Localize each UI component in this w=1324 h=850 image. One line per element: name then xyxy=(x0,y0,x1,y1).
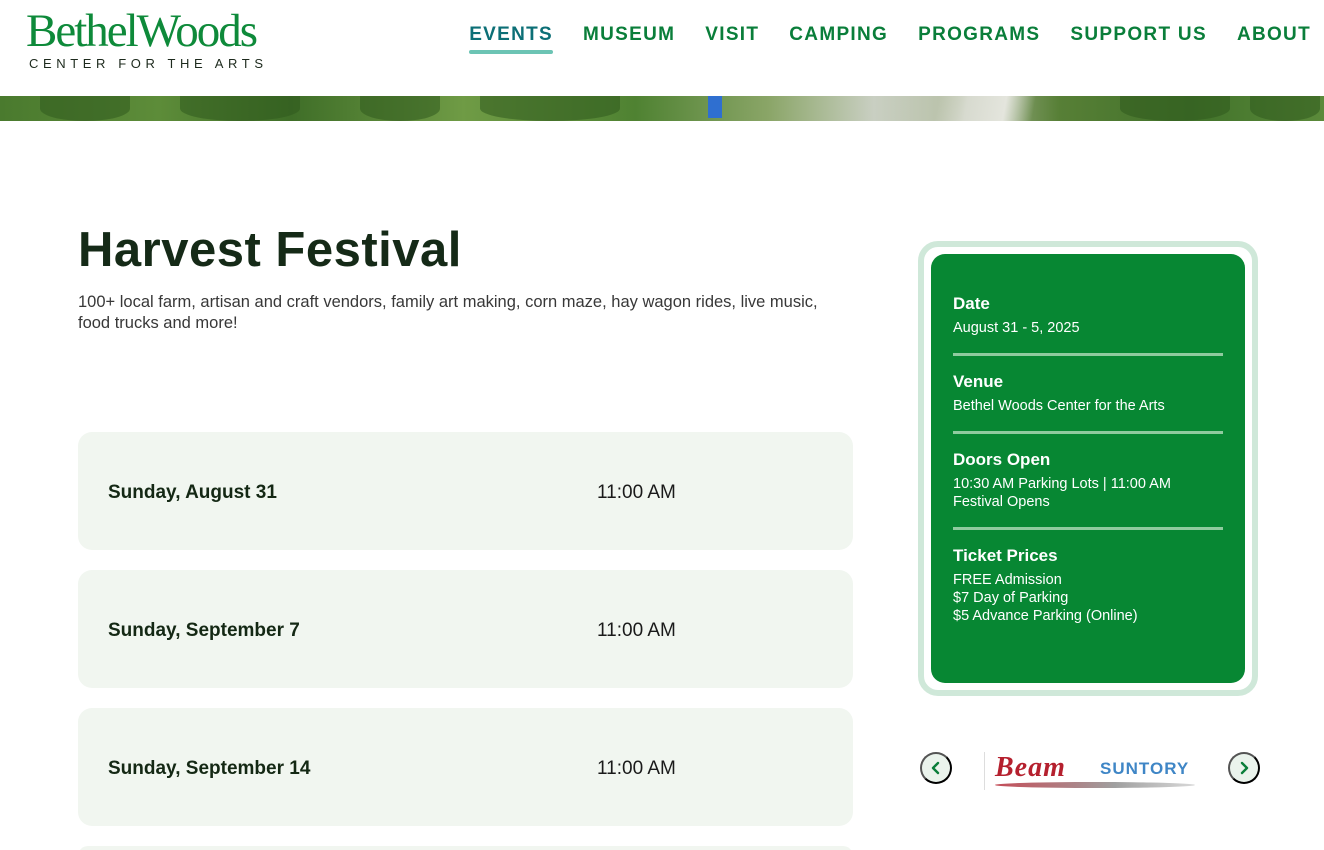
info-date-value: August 31 - 5, 2025 xyxy=(953,320,1080,336)
logo-tagline: CENTER FOR THE ARTS xyxy=(29,56,268,71)
carousel-next-button[interactable] xyxy=(1228,752,1260,784)
sponsor-logo-text: SUNTORY xyxy=(1100,759,1190,778)
date-row[interactable]: Sunday, September 14 11:00 AM xyxy=(78,708,853,826)
logo-wordmark: BethelWoods xyxy=(26,5,258,57)
info-ticket-line: $5 Advance Parking (Online) xyxy=(953,608,1138,624)
site-header: BethelWoods CENTER FOR THE ARTS EVENTS M… xyxy=(0,0,1324,96)
info-tickets-label: Ticket Prices xyxy=(953,546,1058,565)
sponsor-carousel: Beam SUNTORY xyxy=(920,752,1260,790)
info-venue-value: Bethel Woods Center for the Arts xyxy=(953,398,1165,414)
event-info-card: Date August 31 - 5, 2025 Venue Bethel Wo… xyxy=(918,241,1258,696)
nav-support-us[interactable]: SUPPORT US xyxy=(1070,24,1207,52)
chevron-left-icon xyxy=(931,761,940,775)
site-logo[interactable]: BethelWoods CENTER FOR THE ARTS xyxy=(26,6,268,71)
date-time: 11:00 AM xyxy=(597,758,676,779)
nav-camping[interactable]: CAMPING xyxy=(789,24,888,52)
date-row[interactable] xyxy=(78,846,853,850)
chevron-right-icon xyxy=(1240,761,1249,775)
info-date: Date August 31 - 5, 2025 xyxy=(953,294,1223,356)
date-row[interactable]: Sunday, September 7 11:00 AM xyxy=(78,570,853,688)
sponsor-logo-text: Beam xyxy=(995,752,1066,783)
info-tickets: Ticket Prices FREE Admission $7 Day of P… xyxy=(953,546,1223,641)
nav-visit[interactable]: VISIT xyxy=(705,24,759,52)
event-info-panel: Date August 31 - 5, 2025 Venue Bethel Wo… xyxy=(931,254,1245,683)
info-date-label: Date xyxy=(953,294,990,313)
info-doors: Doors Open 10:30 AM Parking Lots | 11:00… xyxy=(953,450,1223,530)
date-time: 11:00 AM xyxy=(597,620,676,641)
info-venue-label: Venue xyxy=(953,372,1004,391)
event-description: 100+ local farm, artisan and craft vendo… xyxy=(78,293,818,332)
nav-programs[interactable]: PROGRAMS xyxy=(918,24,1040,52)
nav-events[interactable]: EVENTS xyxy=(469,24,553,54)
date-day: Sunday, September 7 xyxy=(108,620,300,641)
event-dates-list: Sunday, August 31 11:00 AM Sunday, Septe… xyxy=(78,432,853,846)
event-title: Harvest Festival xyxy=(78,223,462,277)
date-day: Sunday, August 31 xyxy=(108,482,277,503)
date-time: 11:00 AM xyxy=(597,482,676,503)
info-doors-value: 10:30 AM Parking Lots | 11:00 AM Festiva… xyxy=(953,476,1171,510)
date-day: Sunday, September 14 xyxy=(108,758,311,779)
date-row[interactable]: Sunday, August 31 11:00 AM xyxy=(78,432,853,550)
info-ticket-line: FREE Admission xyxy=(953,572,1062,588)
sponsor-logo[interactable]: Beam SUNTORY xyxy=(984,752,1199,790)
nav-museum[interactable]: MUSEUM xyxy=(583,24,675,52)
nav-about[interactable]: ABOUT xyxy=(1237,24,1311,52)
main-nav: EVENTS MUSEUM VISIT CAMPING PROGRAMS SUP… xyxy=(439,24,1311,54)
info-venue: Venue Bethel Woods Center for the Arts xyxy=(953,372,1223,434)
info-doors-label: Doors Open xyxy=(953,450,1051,469)
carousel-prev-button[interactable] xyxy=(920,752,952,784)
sponsor-logo-swoosh xyxy=(995,782,1195,788)
hero-image xyxy=(0,96,1324,121)
info-ticket-line: $7 Day of Parking xyxy=(953,590,1069,606)
